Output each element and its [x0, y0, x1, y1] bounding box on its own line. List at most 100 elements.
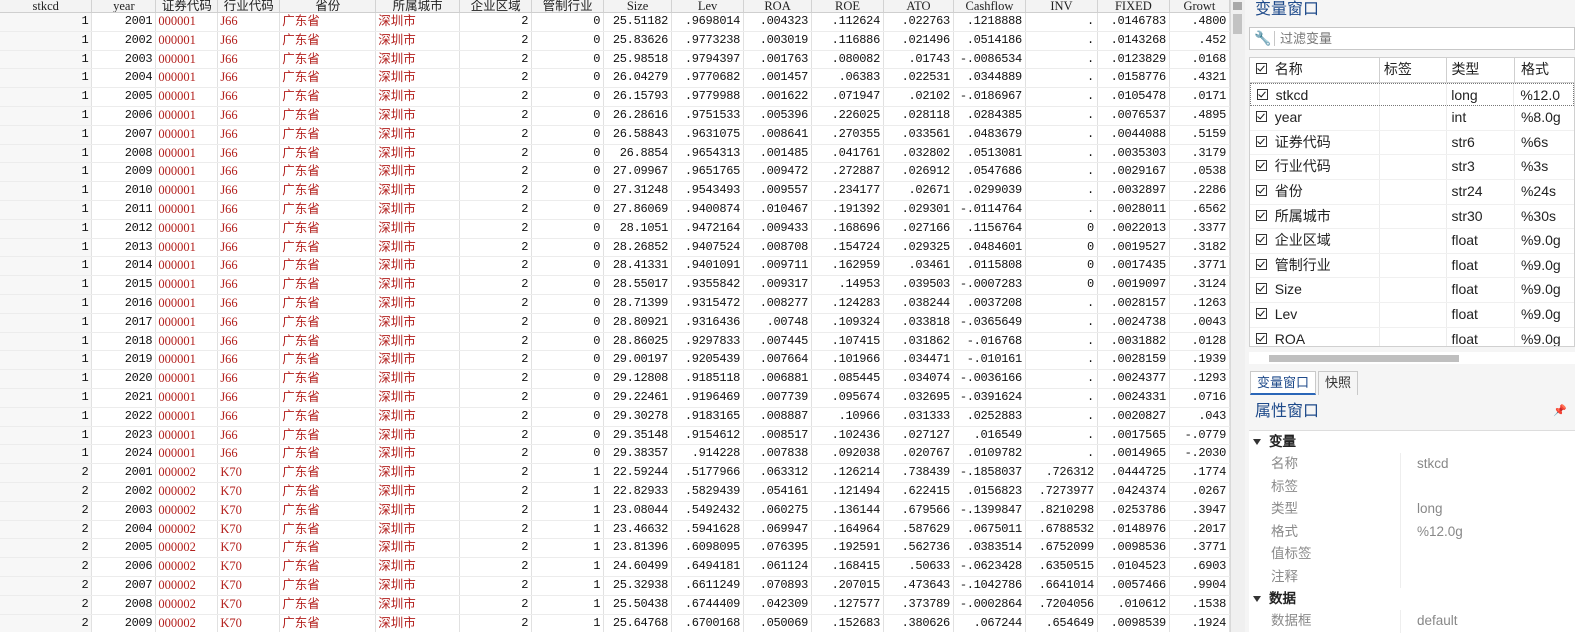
- table-cell[interactable]: 2: [459, 219, 533, 239]
- table-cell[interactable]: 000002: [155, 557, 219, 577]
- table-cell[interactable]: 2: [459, 50, 533, 70]
- table-cell[interactable]: .0538: [1169, 162, 1230, 183]
- table-cell[interactable]: 深圳市: [375, 501, 461, 521]
- table-row[interactable]: 1 2023 000001 J66 广东省 深圳市 2 0 29.35148.9154612.0…: [0, 426, 1230, 446]
- table-cell[interactable]: .009557: [743, 181, 813, 201]
- table-cell[interactable]: .5941628: [671, 520, 745, 540]
- table-cell[interactable]: 000001: [155, 200, 219, 220]
- table-cell[interactable]: 1: [0, 87, 93, 107]
- table-cell[interactable]: .008277: [743, 294, 813, 314]
- table-cell[interactable]: .095674: [811, 388, 884, 408]
- table-cell[interactable]: 广东省: [279, 595, 377, 615]
- table-cell[interactable]: 2: [459, 538, 533, 559]
- table-cell[interactable]: .060275: [743, 501, 813, 521]
- table-cell[interactable]: 0: [531, 238, 605, 258]
- table-cell[interactable]: 1: [0, 313, 93, 333]
- table-cell[interactable]: 广东省: [279, 68, 377, 89]
- column-header[interactable]: Size: [603, 0, 673, 13]
- table-row[interactable]: 1 2014 000001 J66 广东省 深圳市 2 0 28.41331.9401091.0…: [0, 256, 1230, 277]
- table-cell[interactable]: 广东省: [279, 313, 377, 333]
- table-cell[interactable]: 1: [531, 614, 605, 632]
- table-cell[interactable]: 000001: [155, 407, 219, 427]
- table-cell[interactable]: .0019097: [1097, 275, 1170, 295]
- table-cell[interactable]: 广东省: [279, 576, 377, 596]
- table-cell[interactable]: .: [1025, 369, 1098, 389]
- table-cell[interactable]: 2012: [91, 219, 157, 239]
- table-cell[interactable]: 1: [531, 501, 605, 521]
- table-cell[interactable]: .063312: [743, 463, 813, 483]
- column-header[interactable]: 企业区域: [459, 0, 533, 13]
- table-cell[interactable]: .121494: [811, 482, 884, 502]
- table-cell[interactable]: 2024: [91, 444, 157, 465]
- table-cell[interactable]: 2021: [91, 388, 157, 408]
- column-header[interactable]: Lev: [671, 0, 745, 13]
- collapse-triangle-icon[interactable]: [1253, 439, 1261, 446]
- table-cell[interactable]: .: [1025, 426, 1098, 446]
- table-cell[interactable]: .0044088: [1097, 125, 1170, 145]
- table-cell[interactable]: 000001: [155, 369, 219, 389]
- table-cell[interactable]: 0: [531, 162, 605, 183]
- table-cell[interactable]: J66: [217, 256, 281, 277]
- table-cell[interactable]: .0104523: [1097, 557, 1170, 577]
- table-cell[interactable]: .001622: [743, 87, 813, 107]
- table-cell[interactable]: .102436: [811, 426, 884, 446]
- table-cell[interactable]: .3771: [1169, 256, 1230, 277]
- table-cell[interactable]: .9407524: [671, 238, 745, 258]
- table-cell[interactable]: 1: [0, 50, 93, 70]
- table-cell[interactable]: .043: [1169, 407, 1230, 427]
- table-row[interactable]: 1 2011 000001 J66 广东省 深圳市 2 0 27.86069.9400874.0…: [0, 200, 1230, 220]
- table-cell[interactable]: -.0086534: [953, 50, 1026, 70]
- table-cell[interactable]: .6788532: [1025, 520, 1098, 540]
- table-cell[interactable]: 2: [459, 87, 533, 107]
- table-cell[interactable]: .9773238: [671, 31, 745, 51]
- variable-row[interactable]: 证券代码 str6 %6s: [1250, 130, 1574, 156]
- table-cell[interactable]: .6744409: [671, 595, 745, 615]
- table-cell[interactable]: 广东省: [279, 463, 377, 483]
- table-cell[interactable]: .1218888: [953, 12, 1026, 32]
- table-cell[interactable]: 深圳市: [375, 31, 461, 51]
- variable-row[interactable]: 企业区域 float %9.0g: [1250, 229, 1574, 254]
- table-cell[interactable]: .: [1025, 162, 1098, 183]
- table-cell[interactable]: 2: [0, 557, 93, 577]
- table-cell[interactable]: .010467: [743, 200, 813, 220]
- table-cell[interactable]: .0484601: [953, 238, 1026, 258]
- variable-row[interactable]: stkcd long %12.0: [1250, 82, 1574, 107]
- variable-checkbox[interactable]: [1250, 155, 1273, 179]
- table-cell[interactable]: J66: [217, 444, 281, 465]
- table-cell[interactable]: 2: [459, 332, 533, 352]
- table-cell[interactable]: .071947: [811, 87, 884, 107]
- table-cell[interactable]: .02102: [883, 87, 954, 107]
- table-cell[interactable]: 2002: [91, 31, 157, 51]
- table-row[interactable]: 1 2010 000001 J66 广东省 深圳市 2 0 27.31248.9543493.0…: [0, 181, 1230, 201]
- table-cell[interactable]: 深圳市: [375, 106, 461, 126]
- table-cell[interactable]: 2023: [91, 426, 157, 446]
- table-row[interactable]: 2 2002 000002 K70 广东省 深圳市 2 1 22.82933.5829439.0…: [0, 482, 1230, 502]
- header-format[interactable]: 格式: [1515, 58, 1574, 82]
- table-cell[interactable]: .1939: [1169, 350, 1230, 371]
- table-cell[interactable]: 000001: [155, 181, 219, 201]
- table-cell[interactable]: 23.81396: [603, 538, 673, 559]
- table-cell[interactable]: 1: [0, 68, 93, 89]
- table-cell[interactable]: .914228: [671, 444, 745, 465]
- table-cell[interactable]: J66: [217, 87, 281, 107]
- table-cell[interactable]: 26.8854: [603, 144, 673, 164]
- table-cell[interactable]: 000002: [155, 538, 219, 559]
- table-cell[interactable]: 1: [0, 238, 93, 258]
- table-cell[interactable]: .3771: [1169, 538, 1230, 559]
- table-cell[interactable]: 广东省: [279, 557, 377, 577]
- table-cell[interactable]: .: [1025, 181, 1098, 201]
- table-cell[interactable]: .0017565: [1097, 426, 1170, 446]
- table-cell[interactable]: .3182: [1169, 238, 1230, 258]
- pin-icon[interactable]: 📌: [1553, 404, 1567, 417]
- table-row[interactable]: 1 2024 000001 J66 广东省 深圳市 2 0 29.38357.914228.00…: [0, 444, 1230, 465]
- table-cell[interactable]: .: [1025, 125, 1098, 145]
- table-cell[interactable]: .070893: [743, 576, 813, 596]
- table-cell[interactable]: .: [1025, 68, 1098, 89]
- table-cell[interactable]: 1: [0, 369, 93, 389]
- table-cell[interactable]: 0: [531, 68, 605, 89]
- table-row[interactable]: 1 2001 000001 J66 广东省 深圳市 2 0 25.51182.9698014.0…: [0, 12, 1230, 32]
- scroll-thumb[interactable]: [1233, 14, 1242, 34]
- table-cell[interactable]: 1: [0, 106, 93, 126]
- table-cell[interactable]: 2008: [91, 595, 157, 615]
- table-cell[interactable]: 2013: [91, 238, 157, 258]
